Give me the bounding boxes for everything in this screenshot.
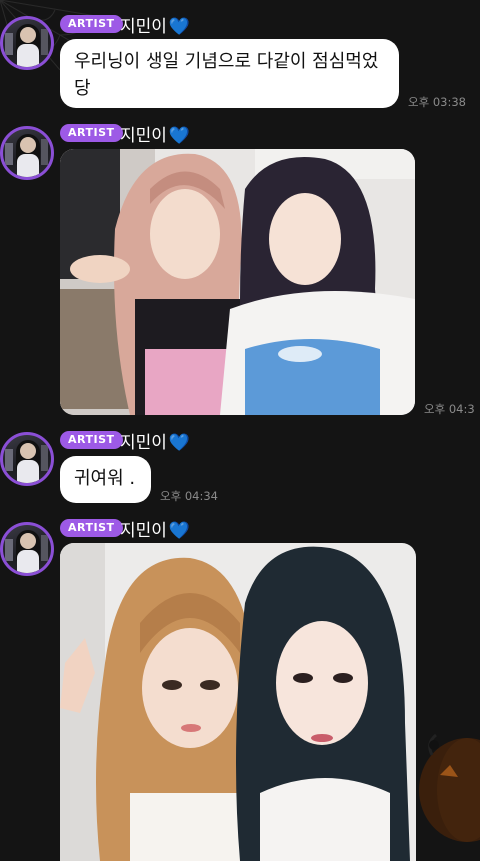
message-bubble[interactable]: 우리닝이 생일 기념으로 다같이 점심먹었당 — [60, 39, 399, 108]
message-text: 귀여워 . — [74, 468, 136, 489]
timestamp: 오후 04:3 — [424, 402, 475, 416]
blue-heart-icon: 💙 — [168, 521, 191, 541]
artist-badge: ARTIST — [60, 124, 123, 142]
avatar[interactable] — [0, 432, 54, 486]
blue-heart-icon: 💙 — [168, 126, 191, 146]
avatar[interactable] — [0, 522, 54, 576]
sender-name: 지민이 💙 — [120, 516, 190, 541]
message-bubble[interactable]: 귀여워 . — [60, 456, 151, 503]
sender-name: 지민이 💙 — [120, 12, 190, 37]
artist-badge: ARTIST — [60, 431, 123, 449]
photo-image — [60, 543, 416, 861]
sender-name: 지민이 💙 — [120, 121, 190, 146]
sender-name-text: 지민이 — [120, 126, 167, 146]
photo-attachment[interactable] — [60, 543, 416, 861]
timestamp: 오후 04:34 — [160, 489, 218, 503]
avatar[interactable] — [0, 126, 54, 180]
blue-heart-icon: 💙 — [168, 17, 191, 37]
message-text: 우리닝이 생일 기념으로 다같이 점심먹었당 — [74, 51, 379, 99]
sender-name: 지민이 💙 — [120, 428, 190, 453]
sender-name-text: 지민이 — [120, 17, 167, 37]
artist-badge: ARTIST — [60, 15, 123, 33]
sender-name-text: 지민이 — [120, 433, 167, 453]
pumpkin-icon — [419, 733, 480, 842]
sender-name-text: 지민이 — [120, 521, 167, 541]
photo-image — [60, 149, 415, 415]
blue-heart-icon: 💙 — [168, 433, 191, 453]
timestamp: 오후 03:38 — [408, 95, 466, 109]
photo-attachment[interactable] — [60, 149, 415, 415]
avatar[interactable] — [0, 16, 54, 70]
artist-badge: ARTIST — [60, 519, 123, 537]
